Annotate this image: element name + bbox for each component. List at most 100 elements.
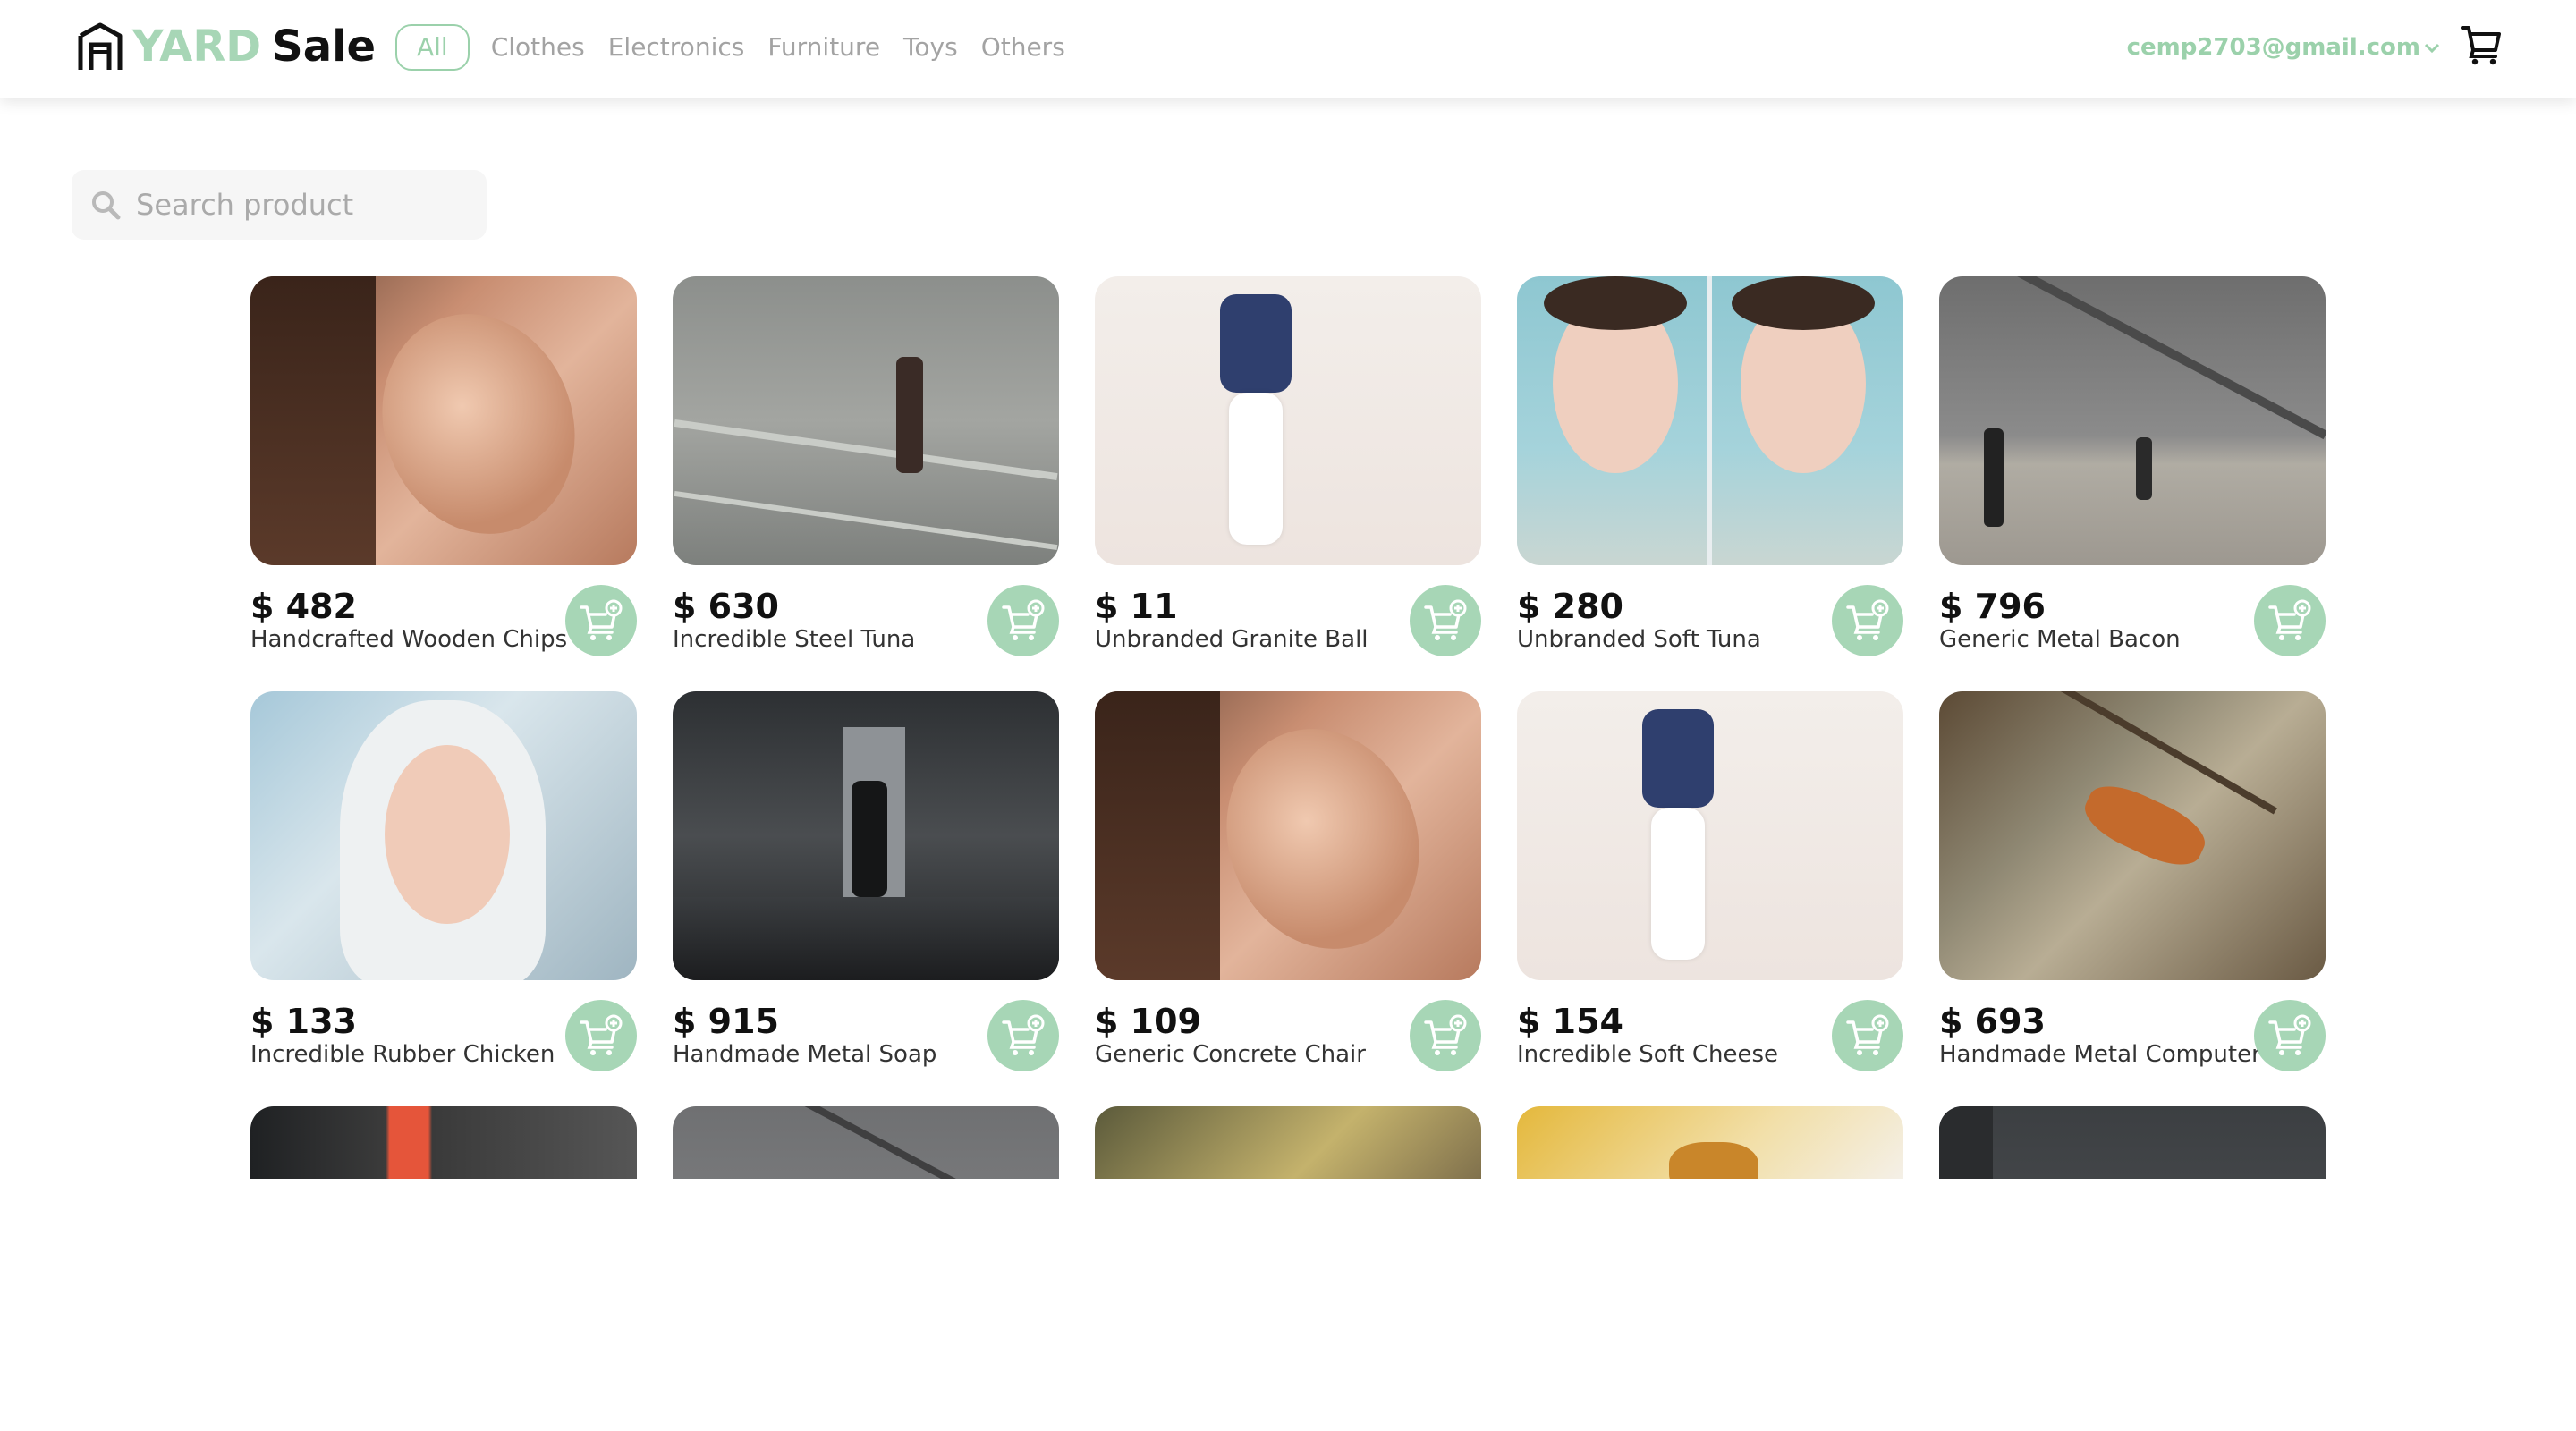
product-image[interactable] (1517, 276, 1903, 565)
logo-sale-text: Sale (272, 21, 377, 72)
add-to-cart-button[interactable] (2254, 585, 2326, 656)
product-price: $ 11 (1095, 587, 1178, 626)
logo-yard-text: YARD (132, 21, 262, 72)
product-card[interactable] (250, 1106, 637, 1179)
product-image[interactable] (1517, 691, 1903, 980)
product-card[interactable]: $ 796 Generic Metal Bacon (1939, 276, 2326, 656)
product-info: $ 109 Generic Concrete Chair (1095, 980, 1481, 1071)
product-price: $ 109 (1095, 1002, 1201, 1041)
product-info: $ 133 Incredible Rubber Chicken (250, 980, 637, 1071)
category-clothes[interactable]: Clothes (491, 24, 585, 71)
add-to-cart-icon (2268, 1014, 2311, 1055)
product-price: $ 796 (1939, 587, 2046, 626)
search-input[interactable] (136, 188, 476, 222)
product-image[interactable] (250, 691, 637, 980)
product-price: $ 280 (1517, 587, 1623, 626)
product-card[interactable]: $ 482 Handcrafted Wooden Chips (250, 276, 637, 656)
product-image[interactable] (1939, 276, 2326, 565)
product-price: $ 482 (250, 587, 357, 626)
product-info: $ 154 Incredible Soft Cheese (1517, 980, 1903, 1071)
add-to-cart-icon (1846, 1014, 1889, 1055)
chevron-down-icon (2424, 43, 2440, 53)
add-to-cart-icon (1002, 599, 1045, 640)
product-image[interactable] (1939, 691, 2326, 980)
product-info: $ 630 Incredible Steel Tuna (673, 565, 1059, 656)
category-others[interactable]: Others (981, 24, 1065, 71)
search-bar (72, 170, 487, 240)
category-toys[interactable]: Toys (903, 24, 958, 71)
product-card[interactable]: $ 11 Unbranded Granite Ball (1095, 276, 1481, 656)
category-all[interactable]: All (395, 24, 470, 71)
product-price: $ 154 (1517, 1002, 1623, 1041)
product-card[interactable]: $ 109 Generic Concrete Chair (1095, 691, 1481, 1071)
product-image[interactable] (1095, 1106, 1481, 1179)
product-info: $ 11 Unbranded Granite Ball (1095, 565, 1481, 656)
navbar: YARD Sale All Clothes Electronics Furnit… (0, 0, 2576, 98)
product-card[interactable] (1095, 1106, 1481, 1179)
product-name: Generic Metal Bacon (1939, 626, 2181, 653)
add-to-cart-button[interactable] (565, 585, 637, 656)
add-to-cart-button[interactable] (565, 1000, 637, 1071)
product-name: Generic Concrete Chair (1095, 1041, 1366, 1068)
product-image[interactable] (1095, 691, 1481, 980)
shop-icon (78, 22, 123, 70)
add-to-cart-icon (2268, 599, 2311, 640)
add-to-cart-icon (1002, 1014, 1045, 1055)
category-electronics[interactable]: Electronics (608, 24, 745, 71)
add-to-cart-icon (580, 1014, 623, 1055)
product-name: Incredible Steel Tuna (673, 626, 916, 653)
product-name: Incredible Soft Cheese (1517, 1041, 1779, 1068)
add-to-cart-icon (1424, 599, 1467, 640)
product-image[interactable] (1095, 276, 1481, 565)
add-to-cart-button[interactable] (987, 1000, 1059, 1071)
product-card[interactable] (1939, 1106, 2326, 1179)
product-price: $ 133 (250, 1002, 357, 1041)
product-card[interactable]: $ 693 Handmade Metal Computer (1939, 691, 2326, 1071)
product-price: $ 630 (673, 587, 779, 626)
add-to-cart-button[interactable] (1410, 585, 1481, 656)
add-to-cart-button[interactable] (1832, 585, 1903, 656)
product-card[interactable]: $ 154 Incredible Soft Cheese (1517, 691, 1903, 1071)
user-email: cemp2703@gmail.com (2126, 34, 2420, 61)
product-name: Handcrafted Wooden Chips (250, 626, 568, 653)
product-info: $ 915 Handmade Metal Soap (673, 980, 1059, 1071)
product-card[interactable]: $ 915 Handmade Metal Soap (673, 691, 1059, 1071)
product-price: $ 693 (1939, 1002, 2046, 1041)
add-to-cart-icon (1424, 1014, 1467, 1055)
product-name: Incredible Rubber Chicken (250, 1041, 555, 1068)
product-name: Unbranded Granite Ball (1095, 626, 1368, 653)
product-card[interactable]: $ 133 Incredible Rubber Chicken (250, 691, 637, 1071)
product-info: $ 693 Handmade Metal Computer (1939, 980, 2326, 1071)
product-name: Handmade Metal Soap (673, 1041, 937, 1068)
product-name: Handmade Metal Computer (1939, 1041, 2261, 1068)
product-image[interactable] (673, 1106, 1059, 1179)
product-image[interactable] (673, 691, 1059, 980)
product-image[interactable] (1517, 1106, 1903, 1179)
product-image[interactable] (250, 1106, 637, 1179)
add-to-cart-button[interactable] (2254, 1000, 2326, 1071)
product-name: Unbranded Soft Tuna (1517, 626, 1761, 653)
shopping-cart-icon[interactable] (2460, 23, 2503, 66)
product-card[interactable]: $ 630 Incredible Steel Tuna (673, 276, 1059, 656)
product-image[interactable] (673, 276, 1059, 565)
product-info: $ 482 Handcrafted Wooden Chips (250, 565, 637, 656)
category-furniture[interactable]: Furniture (767, 24, 880, 71)
content-viewport: $ 482 Handcrafted Wooden Chips (0, 0, 2576, 1179)
add-to-cart-button[interactable] (1410, 1000, 1481, 1071)
product-card[interactable] (673, 1106, 1059, 1179)
product-image[interactable] (250, 276, 637, 565)
add-to-cart-button[interactable] (1832, 1000, 1903, 1071)
search-icon (92, 191, 121, 220)
add-to-cart-icon (1846, 599, 1889, 640)
product-info: $ 796 Generic Metal Bacon (1939, 565, 2326, 656)
add-to-cart-icon (580, 599, 623, 640)
product-card[interactable]: $ 280 Unbranded Soft Tuna (1517, 276, 1903, 656)
product-grid: $ 482 Handcrafted Wooden Chips $ 630 Inc… (250, 276, 2326, 1179)
product-image[interactable] (1939, 1106, 2326, 1179)
category-nav: All Clothes Electronics Furniture Toys O… (395, 24, 1089, 71)
user-menu[interactable]: cemp2703@gmail.com (2127, 34, 2440, 61)
add-to-cart-button[interactable] (987, 585, 1059, 656)
product-card[interactable] (1517, 1106, 1903, 1179)
product-info: $ 280 Unbranded Soft Tuna (1517, 565, 1903, 656)
logo[interactable]: YARD Sale (77, 20, 376, 73)
